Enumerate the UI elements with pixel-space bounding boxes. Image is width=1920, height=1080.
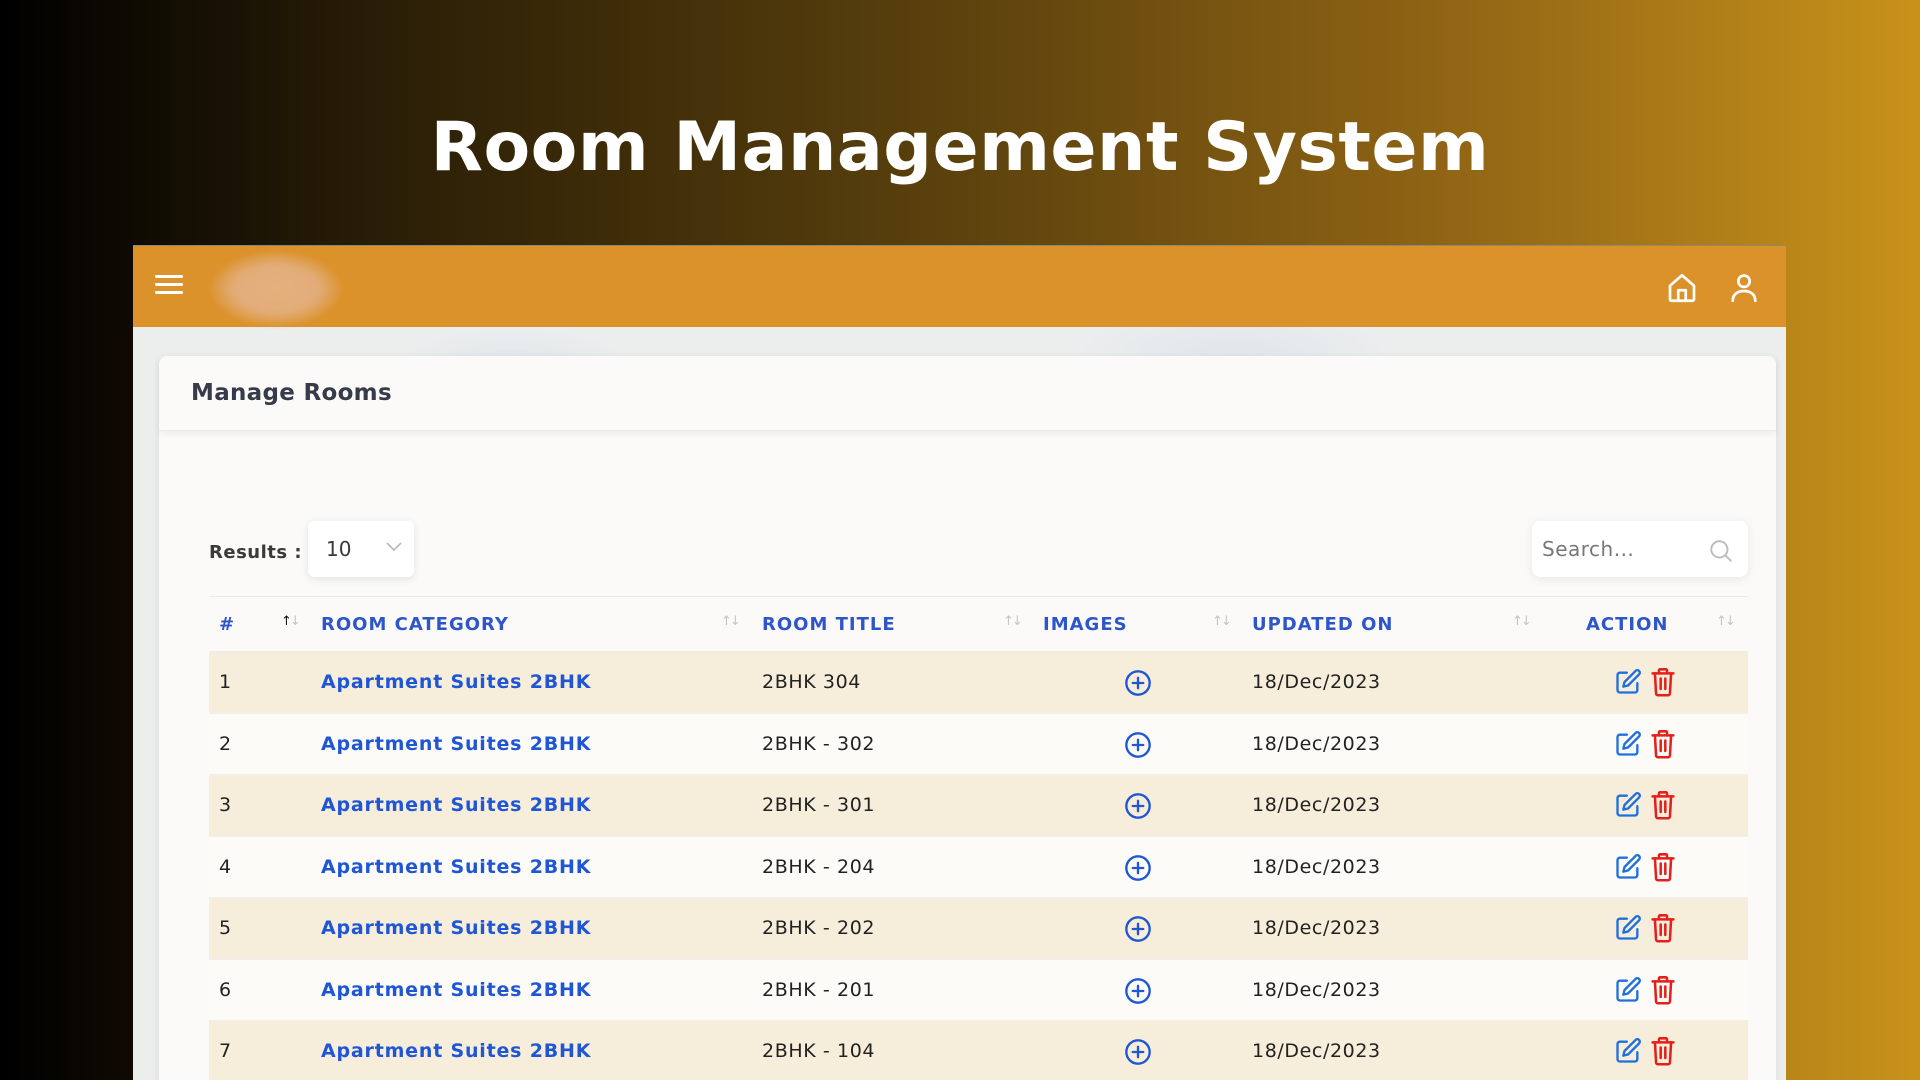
sort-icon-index[interactable]: ↑↓ xyxy=(281,614,299,629)
updated-on: 18/Dec/2023 xyxy=(1252,1040,1381,1062)
updated-on: 18/Dec/2023 xyxy=(1252,979,1381,1001)
table-row: 3 Apartment Suites 2BHK 2BHK - 301 18/De… xyxy=(209,775,1748,837)
table-body: 1 Apartment Suites 2BHK 2BHK 304 18/Dec/… xyxy=(209,652,1748,1080)
row-index: 5 xyxy=(219,917,232,939)
add-image-icon[interactable] xyxy=(1124,669,1152,697)
add-image-icon[interactable] xyxy=(1124,792,1152,820)
sort-icon-action[interactable]: ↑↓ xyxy=(1716,614,1734,629)
home-icon[interactable] xyxy=(1664,270,1700,306)
delete-icon[interactable] xyxy=(1650,913,1676,943)
room-category-link[interactable]: Apartment Suites 2BHK xyxy=(321,917,591,939)
room-category-link[interactable]: Apartment Suites 2BHK xyxy=(321,794,591,816)
column-header-images[interactable]: IMAGES xyxy=(1043,614,1128,635)
delete-icon[interactable] xyxy=(1650,790,1676,820)
updated-on: 18/Dec/2023 xyxy=(1252,671,1381,693)
card-header: Manage Rooms xyxy=(159,356,1776,431)
table-row: 5 Apartment Suites 2BHK 2BHK - 202 18/De… xyxy=(209,898,1748,960)
table-row: 6 Apartment Suites 2BHK 2BHK - 201 18/De… xyxy=(209,960,1748,1022)
room-category-link[interactable]: Apartment Suites 2BHK xyxy=(321,1040,591,1062)
column-header-room-category[interactable]: ROOM CATEGORY xyxy=(321,614,509,635)
edit-icon[interactable] xyxy=(1614,976,1642,1004)
hamburger-menu-icon[interactable] xyxy=(153,271,185,301)
edit-icon[interactable] xyxy=(1614,914,1642,942)
edit-icon[interactable] xyxy=(1614,668,1642,696)
column-header-index[interactable]: # xyxy=(219,614,235,635)
row-index: 4 xyxy=(219,856,232,878)
rooms-table: # ↑↓ ROOM CATEGORY ↑↓ ROOM TITLE ↑↓ IMAG… xyxy=(209,596,1748,1080)
edit-icon[interactable] xyxy=(1614,730,1642,758)
table-row: 1 Apartment Suites 2BHK 2BHK 304 18/Dec/… xyxy=(209,652,1748,714)
row-index: 7 xyxy=(219,1040,232,1062)
room-category-link[interactable]: Apartment Suites 2BHK xyxy=(321,671,591,693)
row-index: 1 xyxy=(219,671,232,693)
edit-icon[interactable] xyxy=(1614,1037,1642,1065)
room-category-link[interactable]: Apartment Suites 2BHK xyxy=(321,979,591,1001)
table-header-row: # ↑↓ ROOM CATEGORY ↑↓ ROOM TITLE ↑↓ IMAG… xyxy=(209,597,1748,652)
results-per-page-select[interactable]: 10 xyxy=(308,521,414,577)
room-title: 2BHK - 104 xyxy=(762,1040,875,1062)
room-title: 2BHK - 202 xyxy=(762,917,875,939)
manage-rooms-card: Manage Rooms Results : 10 # ↑↓ xyxy=(159,356,1776,1080)
delete-icon[interactable] xyxy=(1650,1036,1676,1066)
edit-icon[interactable] xyxy=(1614,791,1642,819)
edit-icon[interactable] xyxy=(1614,853,1642,881)
delete-icon[interactable] xyxy=(1650,852,1676,882)
table-row: 7 Apartment Suites 2BHK 2BHK - 104 18/De… xyxy=(209,1021,1748,1080)
room-title: 2BHK - 201 xyxy=(762,979,875,1001)
column-header-updated-on[interactable]: UPDATED ON xyxy=(1252,614,1393,635)
column-header-action[interactable]: ACTION xyxy=(1586,614,1668,635)
table-row: 2 Apartment Suites 2BHK 2BHK - 302 18/De… xyxy=(209,714,1748,776)
updated-on: 18/Dec/2023 xyxy=(1252,856,1381,878)
updated-on: 18/Dec/2023 xyxy=(1252,794,1381,816)
page-hero-title: Room Management System xyxy=(0,108,1920,187)
column-header-room-title[interactable]: ROOM TITLE xyxy=(762,614,896,635)
room-title: 2BHK - 301 xyxy=(762,794,875,816)
room-title: 2BHK - 204 xyxy=(762,856,875,878)
room-title: 2BHK - 302 xyxy=(762,733,875,755)
table-row: 4 Apartment Suites 2BHK 2BHK - 204 18/De… xyxy=(209,837,1748,899)
sort-icon-room-title[interactable]: ↑↓ xyxy=(1003,614,1021,629)
sort-icon-updated-on[interactable]: ↑↓ xyxy=(1512,614,1530,629)
top-navbar xyxy=(133,246,1786,327)
delete-icon[interactable] xyxy=(1650,667,1676,697)
add-image-icon[interactable] xyxy=(1124,915,1152,943)
user-icon[interactable] xyxy=(1726,270,1762,306)
search-icon[interactable] xyxy=(1708,538,1734,564)
row-index: 3 xyxy=(219,794,232,816)
sort-icon-images[interactable]: ↑↓ xyxy=(1212,614,1230,629)
room-category-link[interactable]: Apartment Suites 2BHK xyxy=(321,856,591,878)
add-image-icon[interactable] xyxy=(1124,977,1152,1005)
results-label: Results : xyxy=(209,542,302,563)
row-index: 2 xyxy=(219,733,232,755)
add-image-icon[interactable] xyxy=(1124,1038,1152,1066)
updated-on: 18/Dec/2023 xyxy=(1252,917,1381,939)
sort-icon-room-category[interactable]: ↑↓ xyxy=(721,614,739,629)
search-box xyxy=(1532,521,1748,577)
results-per-page-value: 10 xyxy=(326,537,351,561)
delete-icon[interactable] xyxy=(1650,975,1676,1005)
updated-on: 18/Dec/2023 xyxy=(1252,733,1381,755)
app-window: Manage Rooms Results : 10 # ↑↓ xyxy=(133,245,1786,1080)
app-logo[interactable] xyxy=(211,252,341,326)
card-title: Manage Rooms xyxy=(191,380,392,406)
chevron-down-icon xyxy=(386,541,402,553)
search-input[interactable] xyxy=(1532,521,1702,577)
row-index: 6 xyxy=(219,979,232,1001)
room-category-link[interactable]: Apartment Suites 2BHK xyxy=(321,733,591,755)
table-controls: Results : 10 xyxy=(159,521,1776,581)
room-title: 2BHK 304 xyxy=(762,671,861,693)
delete-icon[interactable] xyxy=(1650,729,1676,759)
add-image-icon[interactable] xyxy=(1124,854,1152,882)
add-image-icon[interactable] xyxy=(1124,731,1152,759)
